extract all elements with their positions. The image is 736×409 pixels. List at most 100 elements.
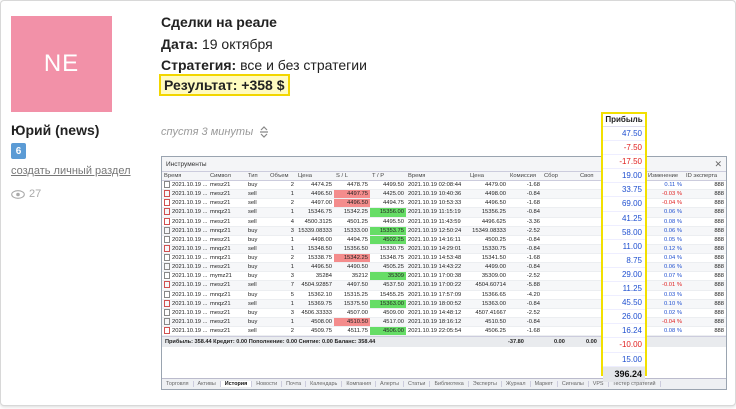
column-header[interactable]: Сбор [542, 172, 578, 182]
table-cell: 4496.50 [468, 198, 508, 209]
user-name[interactable]: Юрий (news) [11, 122, 99, 138]
column-header[interactable]: Изменение [646, 172, 684, 182]
table-cell: 15369.75 [296, 299, 334, 309]
terminal-tab[interactable]: Компания [342, 381, 376, 387]
table-cell: 4510.50 [334, 317, 370, 328]
table-cell: 15338.75 [296, 253, 334, 264]
terminal-tab[interactable]: Журнал [502, 381, 531, 387]
table-cell: 2021.10.19 17:00:38 [406, 271, 468, 282]
terminal-tab[interactable]: История [220, 381, 253, 387]
table-cell [542, 253, 578, 264]
column-header[interactable]: ID эксперта [684, 172, 726, 182]
terminal-tab[interactable]: Торговля [162, 381, 194, 387]
deal-type-icon [164, 327, 170, 335]
column-header[interactable]: Комиссия [508, 172, 542, 182]
create-section-link[interactable]: создать личный раздел [11, 165, 131, 177]
terminal-tab[interactable]: Сигналы [558, 381, 589, 387]
table-cell: buy [246, 253, 268, 264]
table-cell: 4490.50 [334, 262, 370, 273]
views-count: 27 [29, 188, 42, 200]
change-cell: 0.11 % [646, 180, 684, 191]
column-header[interactable]: Цена [468, 172, 508, 182]
terminal-tab[interactable]: Статьи [404, 381, 431, 387]
table-cell: sell [246, 280, 268, 291]
table-cell: 2021.10.19 18:00:52 [406, 299, 468, 309]
terminal-tab[interactable]: Календарь [306, 381, 343, 387]
terminal-tab[interactable]: Маркет [531, 381, 558, 387]
avatar-initials: NE [43, 50, 80, 77]
table-cell: mnqz21 [208, 253, 246, 264]
profit-value: 47.50 [603, 127, 645, 142]
summary-text: Прибыль: 358.44 Кредит: 0.00 Пополнение:… [165, 339, 376, 346]
table-cell [542, 280, 578, 291]
column-header[interactable]: Объем [268, 172, 296, 182]
column-header[interactable]: Время [406, 172, 468, 182]
change-cell: -0.03 % [646, 189, 684, 200]
post-date: Дата: 19 октября [161, 36, 273, 52]
table-cell: 4479.00 [468, 180, 508, 191]
expert-id-cell: 888 [684, 308, 726, 318]
column-header[interactable]: Тип [246, 172, 268, 182]
table-cell: 15333.00 [334, 226, 370, 236]
close-icon[interactable]: ✕ [714, 159, 722, 170]
table-cell: 4507.00 [334, 308, 370, 318]
table-cell: -1.68 [508, 198, 542, 209]
column-header[interactable]: S / L [334, 172, 370, 182]
terminal-tab[interactable]: Библиотека [430, 381, 469, 387]
cell-text: 2021.10.19 ... [172, 319, 208, 325]
terminal-tab[interactable]: Алерты [376, 381, 404, 387]
column-header[interactable]: Цена [296, 172, 334, 182]
table-cell: mesz21 [208, 326, 246, 337]
summary-swap: 0.00 [586, 339, 597, 346]
post-card: NE Юрий (news) 6 создать личный раздел 2… [0, 0, 736, 406]
avatar[interactable]: NE [11, 16, 112, 112]
change-cell: 0.06 % [646, 226, 684, 236]
deal-time-cell: 2021.10.19 ... [162, 253, 208, 264]
terminal-tab[interactable]: Тестер стратегий [609, 381, 661, 387]
table-cell: 4497.75 [334, 189, 370, 200]
terminal-tab[interactable]: Активы [194, 381, 221, 387]
table-cell: buy [246, 226, 268, 236]
collapse-expand-icon[interactable] [259, 126, 269, 138]
table-cell [542, 271, 578, 282]
date-label: Дата: [161, 36, 199, 52]
column-header[interactable]: Символ [208, 172, 246, 182]
table-cell: buy [246, 290, 268, 300]
table-cell [578, 180, 598, 191]
profit-value: 33.75 [603, 183, 645, 198]
table-cell: 1 [268, 262, 296, 273]
table-cell: 15349.08333 [468, 226, 508, 236]
strategy-value: все и без стратегии [240, 57, 367, 73]
table-cell: 15455.25 [370, 290, 406, 300]
column-header[interactable]: Своп [578, 172, 598, 182]
cell-text: 2021.10.19 ... [172, 218, 208, 225]
summary-commission: -37.80 [508, 339, 524, 346]
table-cell: sell [246, 326, 268, 337]
table-cell: 4507.41667 [468, 308, 508, 318]
cell-text: 2021.10.19 ... [172, 291, 208, 298]
expert-id-cell: 888 [684, 317, 726, 328]
change-cell: 0.08 % [646, 217, 684, 227]
terminal-tab[interactable]: VPS [589, 381, 609, 387]
column-header[interactable]: Время [162, 172, 208, 182]
deal-type-icon [164, 254, 170, 262]
change-cell: 0.10 % [646, 299, 684, 309]
terminal-tab[interactable]: Почта [282, 381, 307, 387]
expert-id-cell: 888 [684, 207, 726, 218]
table-cell: -3.36 [508, 217, 542, 227]
terminal-tab[interactable]: Новости [252, 381, 283, 387]
table-cell: sell [246, 189, 268, 200]
table-cell: 15356.25 [468, 207, 508, 218]
column-header[interactable]: T / P [370, 172, 406, 182]
table-cell: buy [246, 271, 268, 282]
table-cell: 2021.10.19 14:43:22 [406, 262, 468, 273]
expert-id-cell: 888 [684, 326, 726, 337]
table-cell [542, 235, 578, 245]
table-cell: 4499.00 [468, 262, 508, 273]
cell-text: 2021.10.19 ... [172, 191, 208, 198]
table-cell: 4500.25 [468, 235, 508, 245]
table-cell: 15339.08333 [296, 226, 334, 236]
terminal-tab[interactable]: Эксперты [469, 381, 502, 387]
table-cell [578, 317, 598, 328]
table-cell: 4537.50 [370, 280, 406, 291]
